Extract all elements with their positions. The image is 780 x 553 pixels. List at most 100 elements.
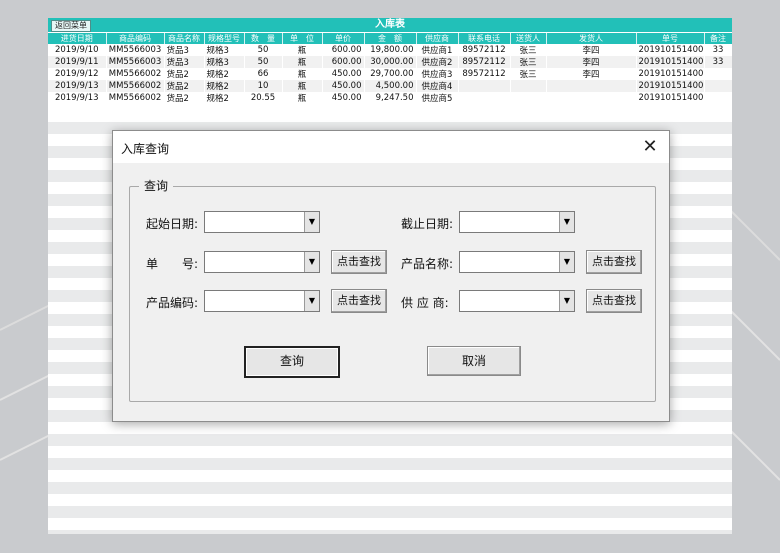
table-row[interactable]: 2019/9/13 MM5566002 货品2 规格2 10 瓶 450.00 … [48,80,732,92]
close-icon[interactable]: ✕ [639,136,661,158]
cell[interactable] [510,80,547,92]
cell[interactable]: 20.55 [244,92,283,104]
cell[interactable] [704,80,732,92]
cell[interactable]: 66 [244,68,283,80]
cell[interactable]: 33 [704,44,732,56]
cell[interactable]: 10 [244,80,283,92]
cell[interactable]: 瓶 [282,92,323,104]
find-supplier-button[interactable]: 点击查找 [586,289,642,313]
cell[interactable]: 450.00 [322,68,365,80]
dropdown-arrow-icon[interactable]: ▼ [304,212,319,232]
table-row[interactable]: 2019/9/12 MM5566002 货品2 规格2 66 瓶 450.00 … [48,68,732,80]
cell[interactable]: 50 [244,44,283,56]
table-row[interactable]: 2019/9/11 MM5566003 货品3 规格3 50 瓶 600.00 … [48,56,732,68]
column-header[interactable]: 送货人 [510,33,547,44]
column-header[interactable]: 备注 [704,33,732,44]
cell[interactable]: 规格3 [204,44,245,56]
cell[interactable]: 2019/9/12 [48,68,107,80]
cell[interactable]: 600.00 [322,56,365,68]
cell[interactable]: 规格2 [204,92,245,104]
cell[interactable]: 供应商4 [416,80,459,92]
dropdown-arrow-icon[interactable]: ▼ [304,291,319,311]
column-header[interactable]: 单价 [322,33,365,44]
cell[interactable]: 29,700.00 [364,68,417,80]
cell[interactable]: 货品2 [164,92,205,104]
column-header[interactable]: 发货人 [546,33,637,44]
cell[interactable]: 2019/9/13 [48,92,107,104]
cell[interactable]: 20191015140024 [636,56,705,68]
cell[interactable]: 规格3 [204,56,245,68]
cell[interactable]: 规格2 [204,80,245,92]
cell[interactable]: 供应商2 [416,56,459,68]
cell[interactable] [510,92,547,104]
cell[interactable]: 450.00 [322,80,365,92]
cell[interactable] [704,92,732,104]
cell[interactable]: 瓶 [282,80,323,92]
cell[interactable]: 供应商1 [416,44,459,56]
cell[interactable]: 9,247.50 [364,92,417,104]
column-header[interactable]: 金 额 [364,33,417,44]
cell[interactable]: 89572112 [458,68,511,80]
dropdown-arrow-icon[interactable]: ▼ [304,252,319,272]
cell[interactable]: 600.00 [322,44,365,56]
supplier-combobox[interactable]: ▼ [459,290,575,312]
cell[interactable]: 20191015140026 [636,80,705,92]
column-header[interactable]: 联系电话 [458,33,511,44]
cell[interactable]: 瓶 [282,56,323,68]
product-code-combobox[interactable]: ▼ [204,290,320,312]
cell[interactable]: MM5566002 [106,80,165,92]
cell[interactable] [546,80,637,92]
cell[interactable]: 供应商3 [416,68,459,80]
cell[interactable]: 4,500.00 [364,80,417,92]
column-header[interactable]: 供应商 [416,33,459,44]
column-header[interactable]: 规格型号 [204,33,245,44]
cell[interactable]: 2019/9/13 [48,80,107,92]
table-row[interactable]: 2019/9/13 MM5566002 货品2 规格2 20.55 瓶 450.… [48,92,732,104]
end-date-combobox[interactable]: ▼ [459,211,575,233]
cell[interactable] [546,92,637,104]
column-header[interactable]: 商品名称 [164,33,205,44]
cancel-button[interactable]: 取消 [427,346,521,376]
cell[interactable] [704,68,732,80]
column-header[interactable]: 进货日期 [48,33,107,44]
column-header[interactable]: 数 量 [244,33,283,44]
dropdown-arrow-icon[interactable]: ▼ [559,252,574,272]
back-to-menu-button[interactable]: 返回菜单 [51,20,91,32]
cell[interactable]: 89572112 [458,56,511,68]
cell[interactable]: 2019/9/11 [48,56,107,68]
dropdown-arrow-icon[interactable]: ▼ [559,291,574,311]
cell[interactable] [458,92,511,104]
cell[interactable]: MM5566003 [106,56,165,68]
column-header[interactable]: 单 位 [282,33,323,44]
order-no-combobox[interactable]: ▼ [204,251,320,273]
cell[interactable]: 瓶 [282,44,323,56]
cell[interactable]: 50 [244,56,283,68]
cell[interactable]: 货品2 [164,80,205,92]
cell[interactable]: 20191015140027 [636,92,705,104]
column-header[interactable]: 单号 [636,33,705,44]
cell[interactable]: 货品3 [164,44,205,56]
cell[interactable]: 货品3 [164,56,205,68]
column-header[interactable]: 商品编码 [106,33,165,44]
product-name-combobox[interactable]: ▼ [459,251,575,273]
cell[interactable]: 李四 [546,56,637,68]
cell[interactable]: 20191015140023 [636,44,705,56]
cell[interactable]: 瓶 [282,68,323,80]
cell[interactable]: 30,000.00 [364,56,417,68]
cell[interactable]: 19,800.00 [364,44,417,56]
dialog-title-bar[interactable]: 入库查询 ✕ [113,131,669,163]
cell[interactable]: 李四 [546,68,637,80]
cell[interactable]: MM5566003 [106,44,165,56]
cell[interactable]: 供应商5 [416,92,459,104]
find-order-no-button[interactable]: 点击查找 [331,250,387,274]
table-row[interactable]: 2019/9/10 MM5566003 货品3 规格3 50 瓶 600.00 … [48,44,732,56]
dropdown-arrow-icon[interactable]: ▼ [559,212,574,232]
cell[interactable]: 450.00 [322,92,365,104]
cell[interactable] [458,80,511,92]
find-product-code-button[interactable]: 点击查找 [331,289,387,313]
cell[interactable]: 张三 [510,68,547,80]
cell[interactable]: 33 [704,56,732,68]
query-button[interactable]: 查询 [244,346,340,378]
cell[interactable]: 规格2 [204,68,245,80]
cell[interactable]: 2019/9/10 [48,44,107,56]
